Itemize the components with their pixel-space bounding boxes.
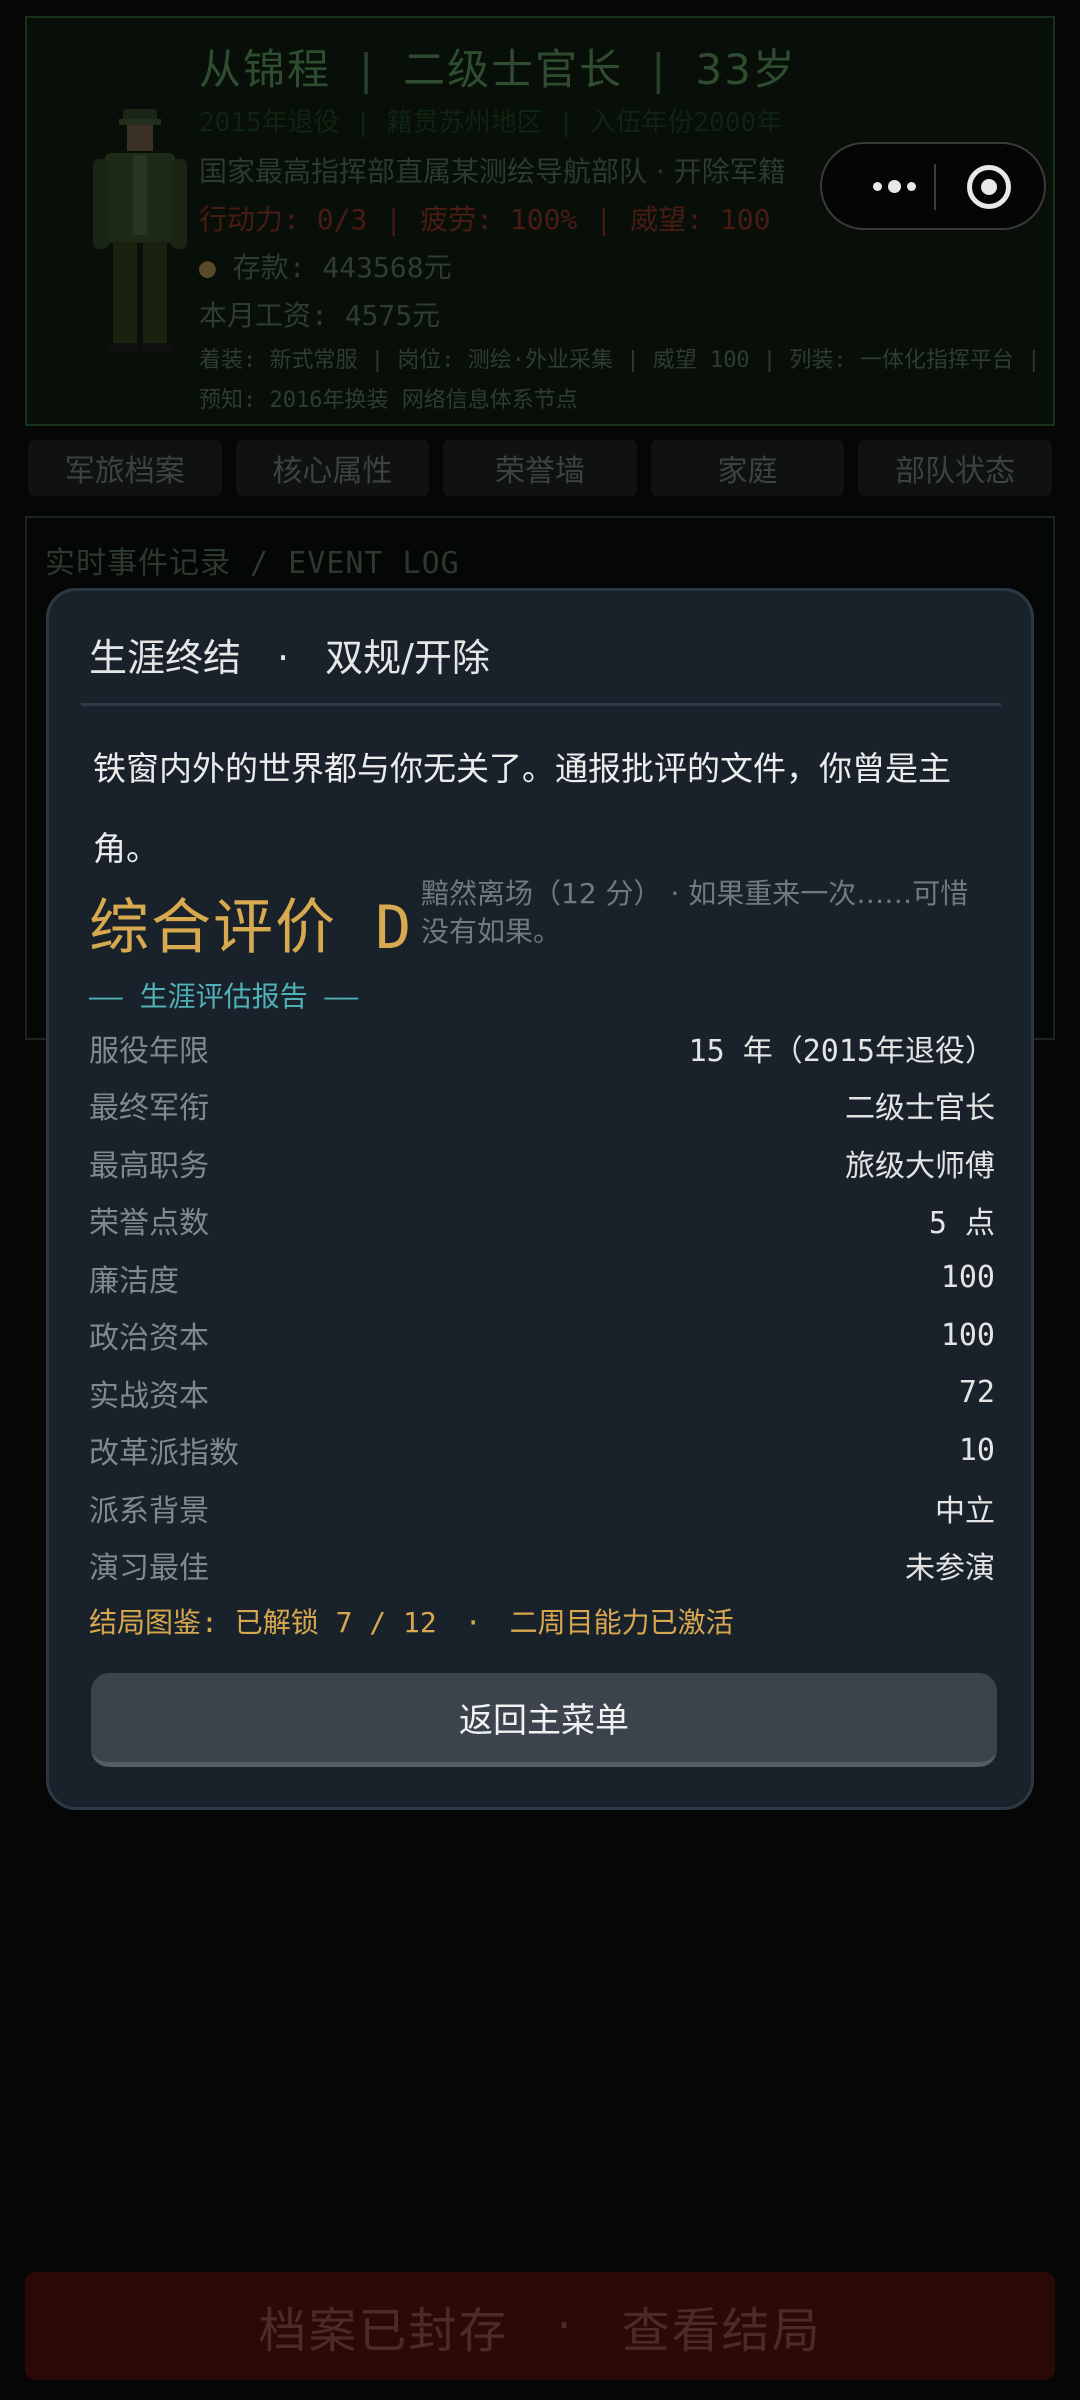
- forecast-info: 预知: 2016年换装 网络信息体系节点: [199, 388, 578, 413]
- faint-subtitle: 2015年退役 | 籍贯苏州地区 | 入伍年份2000年: [199, 108, 783, 138]
- archive-sealed-bar[interactable]: 档案已封存 · 查看结局: [25, 2272, 1055, 2380]
- tab-unit-status[interactable]: 部队状态: [858, 440, 1052, 496]
- prestige: 威望: 100: [630, 203, 771, 236]
- stat-row: 最高职务 旅级大师傅: [89, 1148, 995, 1184]
- modal-divider: [81, 703, 1001, 706]
- event-log-title: 实时事件记录 / EVENT LOG: [45, 546, 460, 581]
- career-end-modal: 生涯终结 · 双规/开除 铁窗内外的世界都与你无关了。通报批评的文件，你曾是主角。 …: [46, 588, 1034, 1810]
- stat-row: 演习最佳 未参演: [89, 1551, 995, 1587]
- modal-title-text: 生涯终结: [89, 636, 242, 680]
- equipment-info: 着装: 新式常服 | 岗位: 测绘·外业采集 | 威望 100 | 列装: 一体…: [199, 348, 1041, 373]
- stat-row: 最终军衔 二级士官长: [89, 1091, 995, 1127]
- unit-status: 开除军籍: [673, 155, 786, 188]
- stat-row: 廉洁度 100: [89, 1260, 995, 1299]
- tab-military-file[interactable]: 军旅档案: [28, 440, 222, 496]
- stat-row: 荣誉点数 5 点: [89, 1206, 995, 1242]
- codex-progress: 结局图鉴: 已解锁 7 / 12: [89, 1606, 437, 1639]
- ending-reason: 双规/开除: [325, 636, 490, 680]
- unit-name: 国家最高指挥部直属某测绘导航部队: [199, 155, 648, 188]
- more-dots-icon[interactable]: [864, 166, 924, 206]
- money-bag-icon: ●: [199, 251, 216, 284]
- report-header: —— 生涯评估报告 ——: [89, 980, 359, 1013]
- career-stats: 服役年限 15 年（2015年退役） 最终军衔 二级士官长 最高职务 旅级大师傅 荣誉…: [89, 1019, 995, 1594]
- miniprogram-capsule: [820, 142, 1046, 230]
- tab-core-attributes[interactable]: 核心属性: [235, 440, 430, 496]
- salary-line: 本月工资: 4575元: [199, 299, 441, 332]
- view-ending-label: 查看结局: [621, 2303, 822, 2359]
- ending-codex: 结局图鉴: 已解锁 7 / 12 · 二周目能力已激活: [89, 1606, 734, 1639]
- savings: 存款: 443568元: [232, 251, 452, 284]
- grade-label: 综合评价: [89, 893, 337, 963]
- newgame-plus-status: 二周目能力已激活: [509, 1606, 734, 1639]
- modal-title: 生涯终结 · 双规/开除: [89, 636, 490, 680]
- capsule-divider: [934, 164, 936, 210]
- grade-description: 黯然离场（12 分） · 如果重来一次……可惜没有如果。: [421, 877, 969, 948]
- stat-row: 派系背景 中立: [89, 1493, 995, 1529]
- grade-letter: D: [375, 893, 414, 963]
- overall-grade: 综合评价 D: [89, 879, 413, 966]
- unit-line: 国家最高指挥部直属某测绘导航部队 · 开除军籍: [199, 155, 786, 188]
- soldier-avatar: [93, 109, 187, 353]
- return-main-menu-button[interactable]: 返回主菜单: [91, 1673, 997, 1767]
- stat-row: 服役年限 15 年（2015年退役）: [89, 1033, 995, 1069]
- stat-row: 政治资本 100: [89, 1317, 995, 1357]
- tab-honor-wall[interactable]: 荣誉墙: [443, 440, 637, 496]
- stat-row: 实战资本 72: [89, 1375, 995, 1414]
- player-age: 33岁: [695, 45, 797, 94]
- close-target-icon[interactable]: [967, 165, 1011, 209]
- name-rank-age: 从锦程 | 二级士官长 | 33岁: [199, 45, 797, 94]
- tab-family[interactable]: 家庭: [650, 440, 845, 496]
- player-name: 从锦程: [199, 45, 332, 94]
- action-points: 行动力: 0/3: [199, 203, 368, 236]
- tab-bar: 军旅档案 核心属性 荣誉墙 家庭 部队状态: [28, 440, 1052, 496]
- fatigue: 疲劳: 100%: [420, 203, 578, 236]
- savings-line: ● 存款: 443568元: [199, 246, 452, 286]
- stat-row: 改革派指数 10: [89, 1432, 995, 1472]
- archive-sealed-label: 档案已封存: [258, 2303, 509, 2359]
- ending-narrative: 铁窗内外的世界都与你无关了。通报批评的文件，你曾是主角。: [93, 749, 951, 868]
- player-rank: 二级士官长: [403, 45, 624, 94]
- status-line: 行动力: 0/3 | 疲劳: 100% | 威望: 100: [199, 203, 771, 236]
